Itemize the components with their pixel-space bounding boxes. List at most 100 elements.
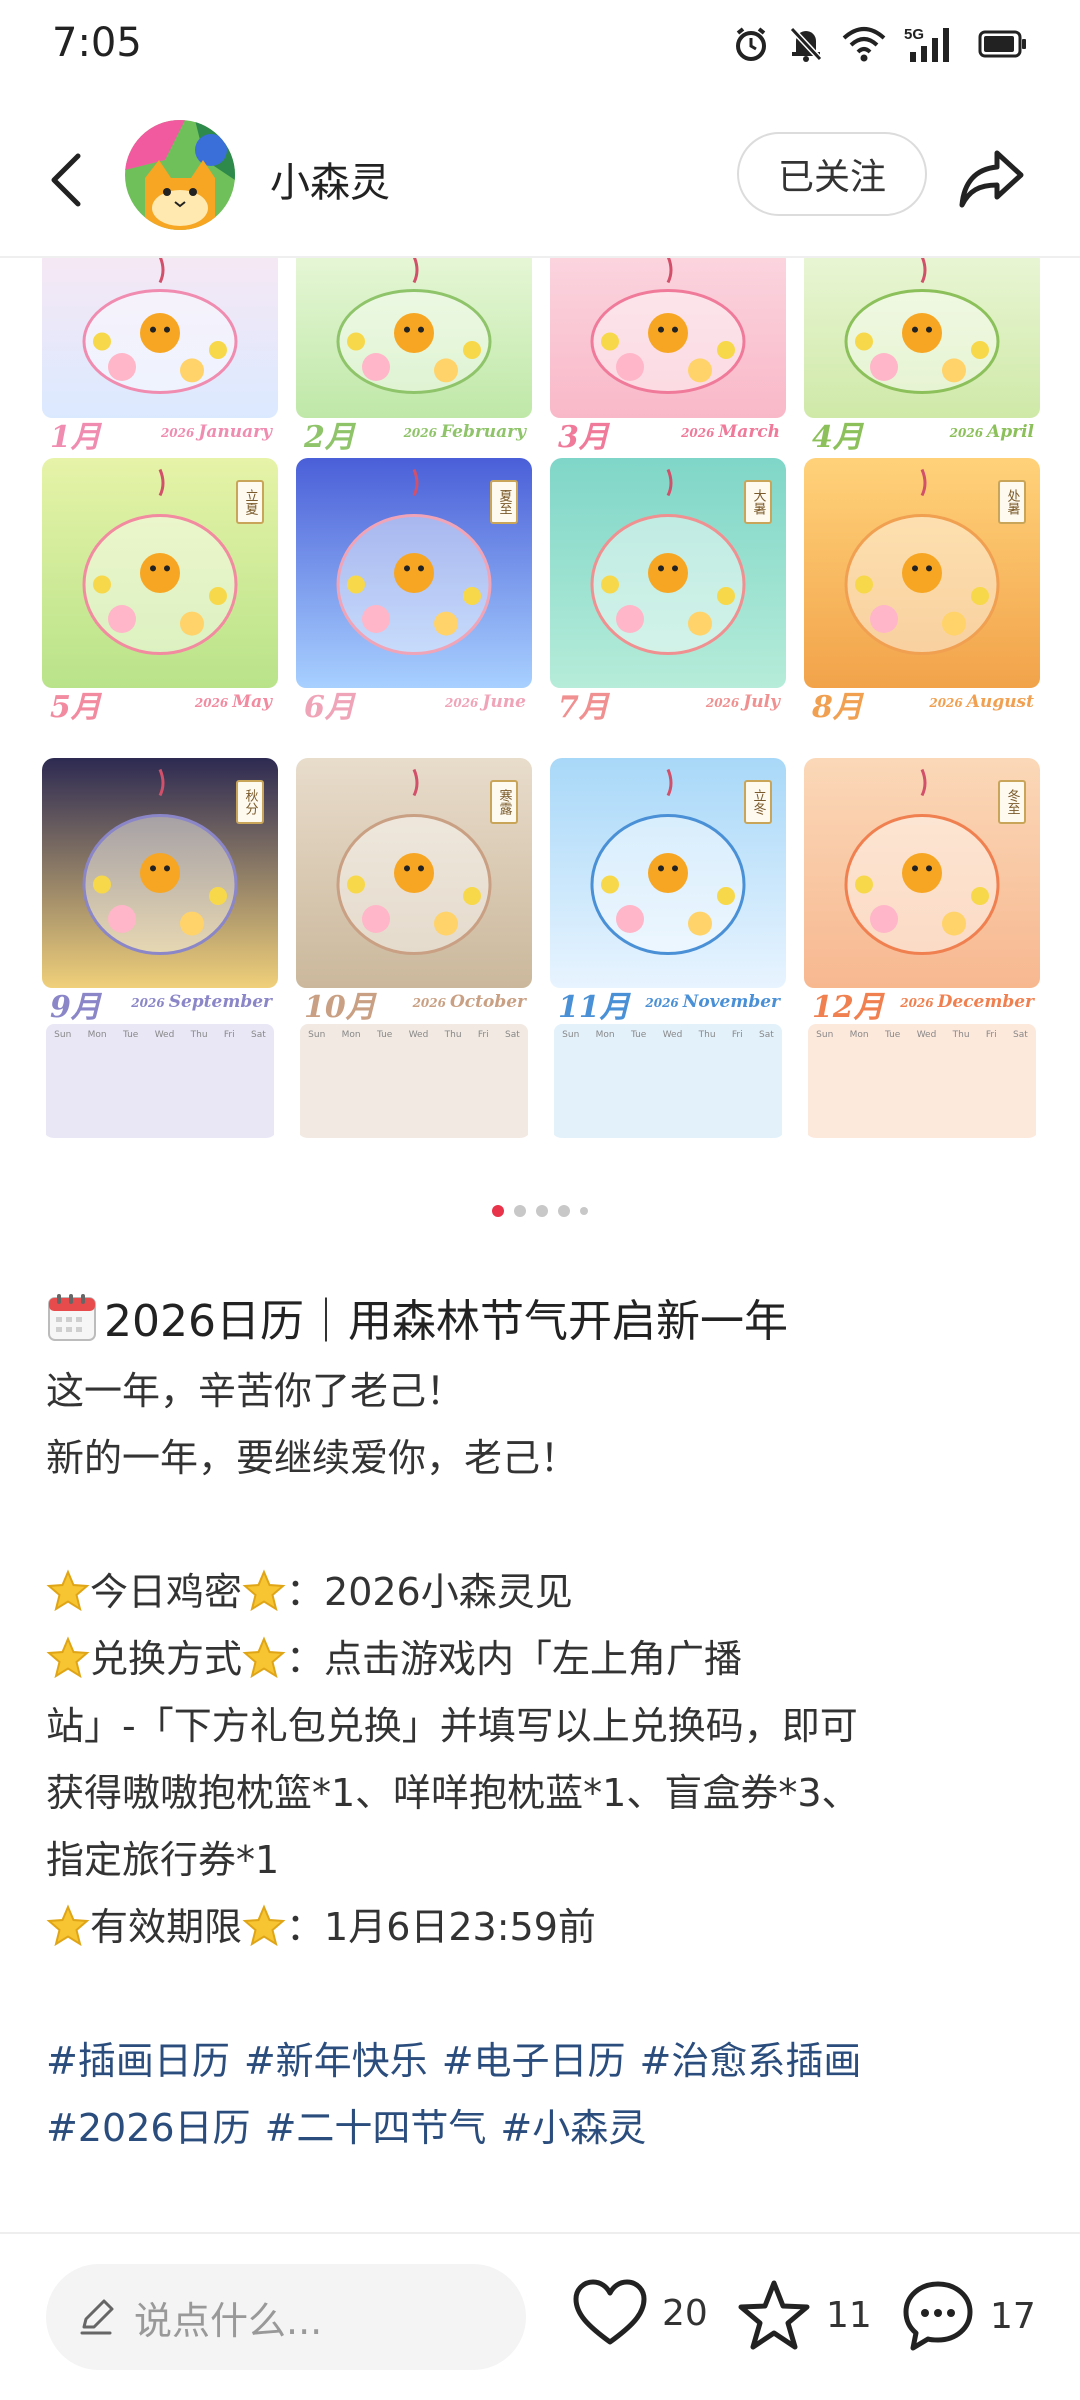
collect-button[interactable]: 11 bbox=[736, 2278, 872, 2352]
month-english-label: 2026 January bbox=[160, 422, 272, 442]
body-line: 新的一年，要继续爱你，老己！ bbox=[46, 1436, 579, 1480]
month-illustration bbox=[804, 258, 1040, 418]
calendar-week-row bbox=[300, 1112, 528, 1134]
weekday-label: Wed bbox=[408, 1030, 429, 1040]
image-carousel[interactable]: 1月 2026 January 2月 2026 February 3月 2026 March 4月… bbox=[0, 258, 1080, 1158]
solar-term-tag: 立夏 bbox=[236, 480, 264, 524]
calendar-week-row bbox=[46, 1090, 274, 1112]
month-illustration bbox=[296, 258, 532, 418]
body-line: 指定旅行券*1 bbox=[46, 1838, 280, 1882]
calendar-week-row bbox=[300, 1090, 528, 1112]
carousel-dot bbox=[580, 1207, 588, 1215]
solar-term-tag: 秋分 bbox=[236, 780, 264, 824]
month-english-label: 2026 July bbox=[705, 692, 780, 712]
carousel-dot-active bbox=[492, 1205, 504, 1217]
month-card: 大暑 7月 2026 July bbox=[550, 458, 786, 758]
star-emoji-icon bbox=[242, 1904, 286, 1947]
weekday-label: Sun bbox=[54, 1030, 72, 1040]
hashtag[interactable]: #插画日历 bbox=[46, 2039, 230, 2083]
weekday-label: Wed bbox=[662, 1030, 683, 1040]
weekday-label: Fri bbox=[985, 1030, 997, 1040]
share-button[interactable] bbox=[952, 138, 1032, 218]
star-emoji-icon bbox=[242, 1636, 286, 1679]
month-english-label: 2026 May bbox=[194, 692, 272, 712]
like-button[interactable]: 20 bbox=[572, 2278, 708, 2348]
month-illustration bbox=[550, 258, 786, 418]
star-emoji-icon bbox=[46, 1636, 90, 1679]
comment-count: 17 bbox=[990, 2295, 1036, 2337]
solar-term-tag: 立冬 bbox=[744, 780, 772, 824]
heart-icon bbox=[573, 2279, 647, 2345]
solar-term-tag: 寒露 bbox=[490, 780, 518, 824]
star-emoji-icon bbox=[46, 1904, 90, 1947]
weekday-label: Sat bbox=[250, 1030, 266, 1040]
month-illustration bbox=[42, 258, 278, 418]
weekday-label: Tue bbox=[630, 1030, 647, 1040]
body-line: 站」-「下方礼包兑换」并填写以上兑换码，即可 bbox=[46, 1704, 858, 1748]
weekday-label: Thu bbox=[190, 1030, 208, 1040]
comment-input[interactable]: 说点什么... bbox=[46, 2264, 526, 2370]
hashtag[interactable]: #二十四节气 bbox=[265, 2106, 487, 2150]
avatar[interactable] bbox=[125, 120, 235, 230]
pencil-icon bbox=[80, 2299, 114, 2335]
carousel-dot bbox=[558, 1205, 570, 1217]
post-title-text: 2026日历｜用森林节气开启新一年 bbox=[104, 1296, 788, 1347]
hashtag-list: #插画日历 #新年快乐 #电子日历 #治愈系插画 #2026日历 #二十四节气 #小森灵 bbox=[46, 2028, 1036, 2162]
calendar-week-row bbox=[554, 1134, 782, 1138]
hashtag[interactable]: #治愈系插画 bbox=[640, 2039, 862, 2083]
month-english-label: 2026 June bbox=[445, 692, 526, 712]
method-line: 兑换方式 ：点击游戏内「左上角广播 bbox=[46, 1626, 1036, 1693]
weekday-label: Mon bbox=[595, 1030, 615, 1040]
star-emoji-icon bbox=[46, 1569, 90, 1612]
username[interactable]: 小森灵 bbox=[270, 150, 390, 208]
5g-signal-icon: 5G bbox=[904, 26, 949, 62]
weekday-label: Sat bbox=[758, 1030, 774, 1040]
calendar-week-row bbox=[300, 1068, 528, 1090]
status-time: 7:05 bbox=[52, 20, 142, 66]
weekday-label: Mon bbox=[341, 1030, 361, 1040]
calendar-week-row bbox=[46, 1112, 274, 1134]
mini-calendar: Sun Mon Tue Wed Thu Fri Sat bbox=[300, 1024, 528, 1138]
calendar-week-row bbox=[808, 1068, 1036, 1090]
post-title: 2026日历｜用森林节气开启新一年 bbox=[46, 1282, 1036, 1352]
month-card: 夏至 6月 2026 June bbox=[296, 458, 532, 758]
collect-count: 11 bbox=[826, 2294, 872, 2336]
weekday-label: Fri bbox=[223, 1030, 235, 1040]
wifi-icon bbox=[842, 27, 886, 62]
month-label: 9月 bbox=[50, 990, 101, 1025]
mini-calendar: Sun Mon Tue Wed Thu Fri Sat bbox=[808, 1024, 1036, 1138]
hashtag[interactable]: #2026日历 bbox=[46, 2106, 251, 2150]
weekday-label: Sun bbox=[816, 1030, 834, 1040]
post-body: 这一年，辛苦你了老己！ 新的一年，要继续爱你，老己！ 今日鸡密 ：2026小森灵见… bbox=[46, 1358, 1036, 1961]
back-button[interactable] bbox=[36, 140, 96, 220]
hashtag[interactable]: #小森灵 bbox=[500, 2106, 646, 2150]
mute-icon bbox=[789, 26, 823, 62]
calendar-icon bbox=[48, 1294, 96, 1341]
weekday-label: Tue bbox=[884, 1030, 901, 1040]
chevron-left-icon bbox=[51, 153, 81, 207]
carousel-indicator bbox=[0, 1205, 1080, 1217]
follow-button[interactable]: 已关注 bbox=[737, 132, 927, 216]
carousel-dot bbox=[514, 1205, 526, 1217]
month-english-label: 2026 November bbox=[645, 992, 780, 1012]
status-icons: 5G bbox=[732, 24, 1028, 64]
weekday-label: Sun bbox=[308, 1030, 326, 1040]
weekday-label: Thu bbox=[444, 1030, 462, 1040]
month-label: 4月 bbox=[812, 420, 863, 455]
month-english-label: 2026 December bbox=[900, 992, 1034, 1012]
calendar-week-row bbox=[808, 1090, 1036, 1112]
hashtag[interactable]: #新年快乐 bbox=[244, 2039, 428, 2083]
bottom-action-bar: 说点什么... 20 11 17 bbox=[0, 2232, 1080, 2400]
month-label: 10月 bbox=[304, 990, 376, 1025]
comment-button[interactable]: 17 bbox=[900, 2278, 1036, 2354]
weekday-label: Wed bbox=[154, 1030, 175, 1040]
mini-calendar: Sun Mon Tue Wed Thu Fri Sat bbox=[554, 1024, 782, 1138]
carousel-dot bbox=[536, 1205, 548, 1217]
calendar-week-row bbox=[808, 1046, 1036, 1068]
calendar-week-row bbox=[808, 1134, 1036, 1138]
hashtag[interactable]: #电子日历 bbox=[442, 2039, 626, 2083]
month-card: 处暑 8月 2026 August bbox=[804, 458, 1040, 758]
star-outline-icon bbox=[738, 2280, 810, 2350]
expiry-line: 有效期限 ：1月6日23:59前 bbox=[46, 1894, 1036, 1961]
weekday-label: Fri bbox=[731, 1030, 743, 1040]
